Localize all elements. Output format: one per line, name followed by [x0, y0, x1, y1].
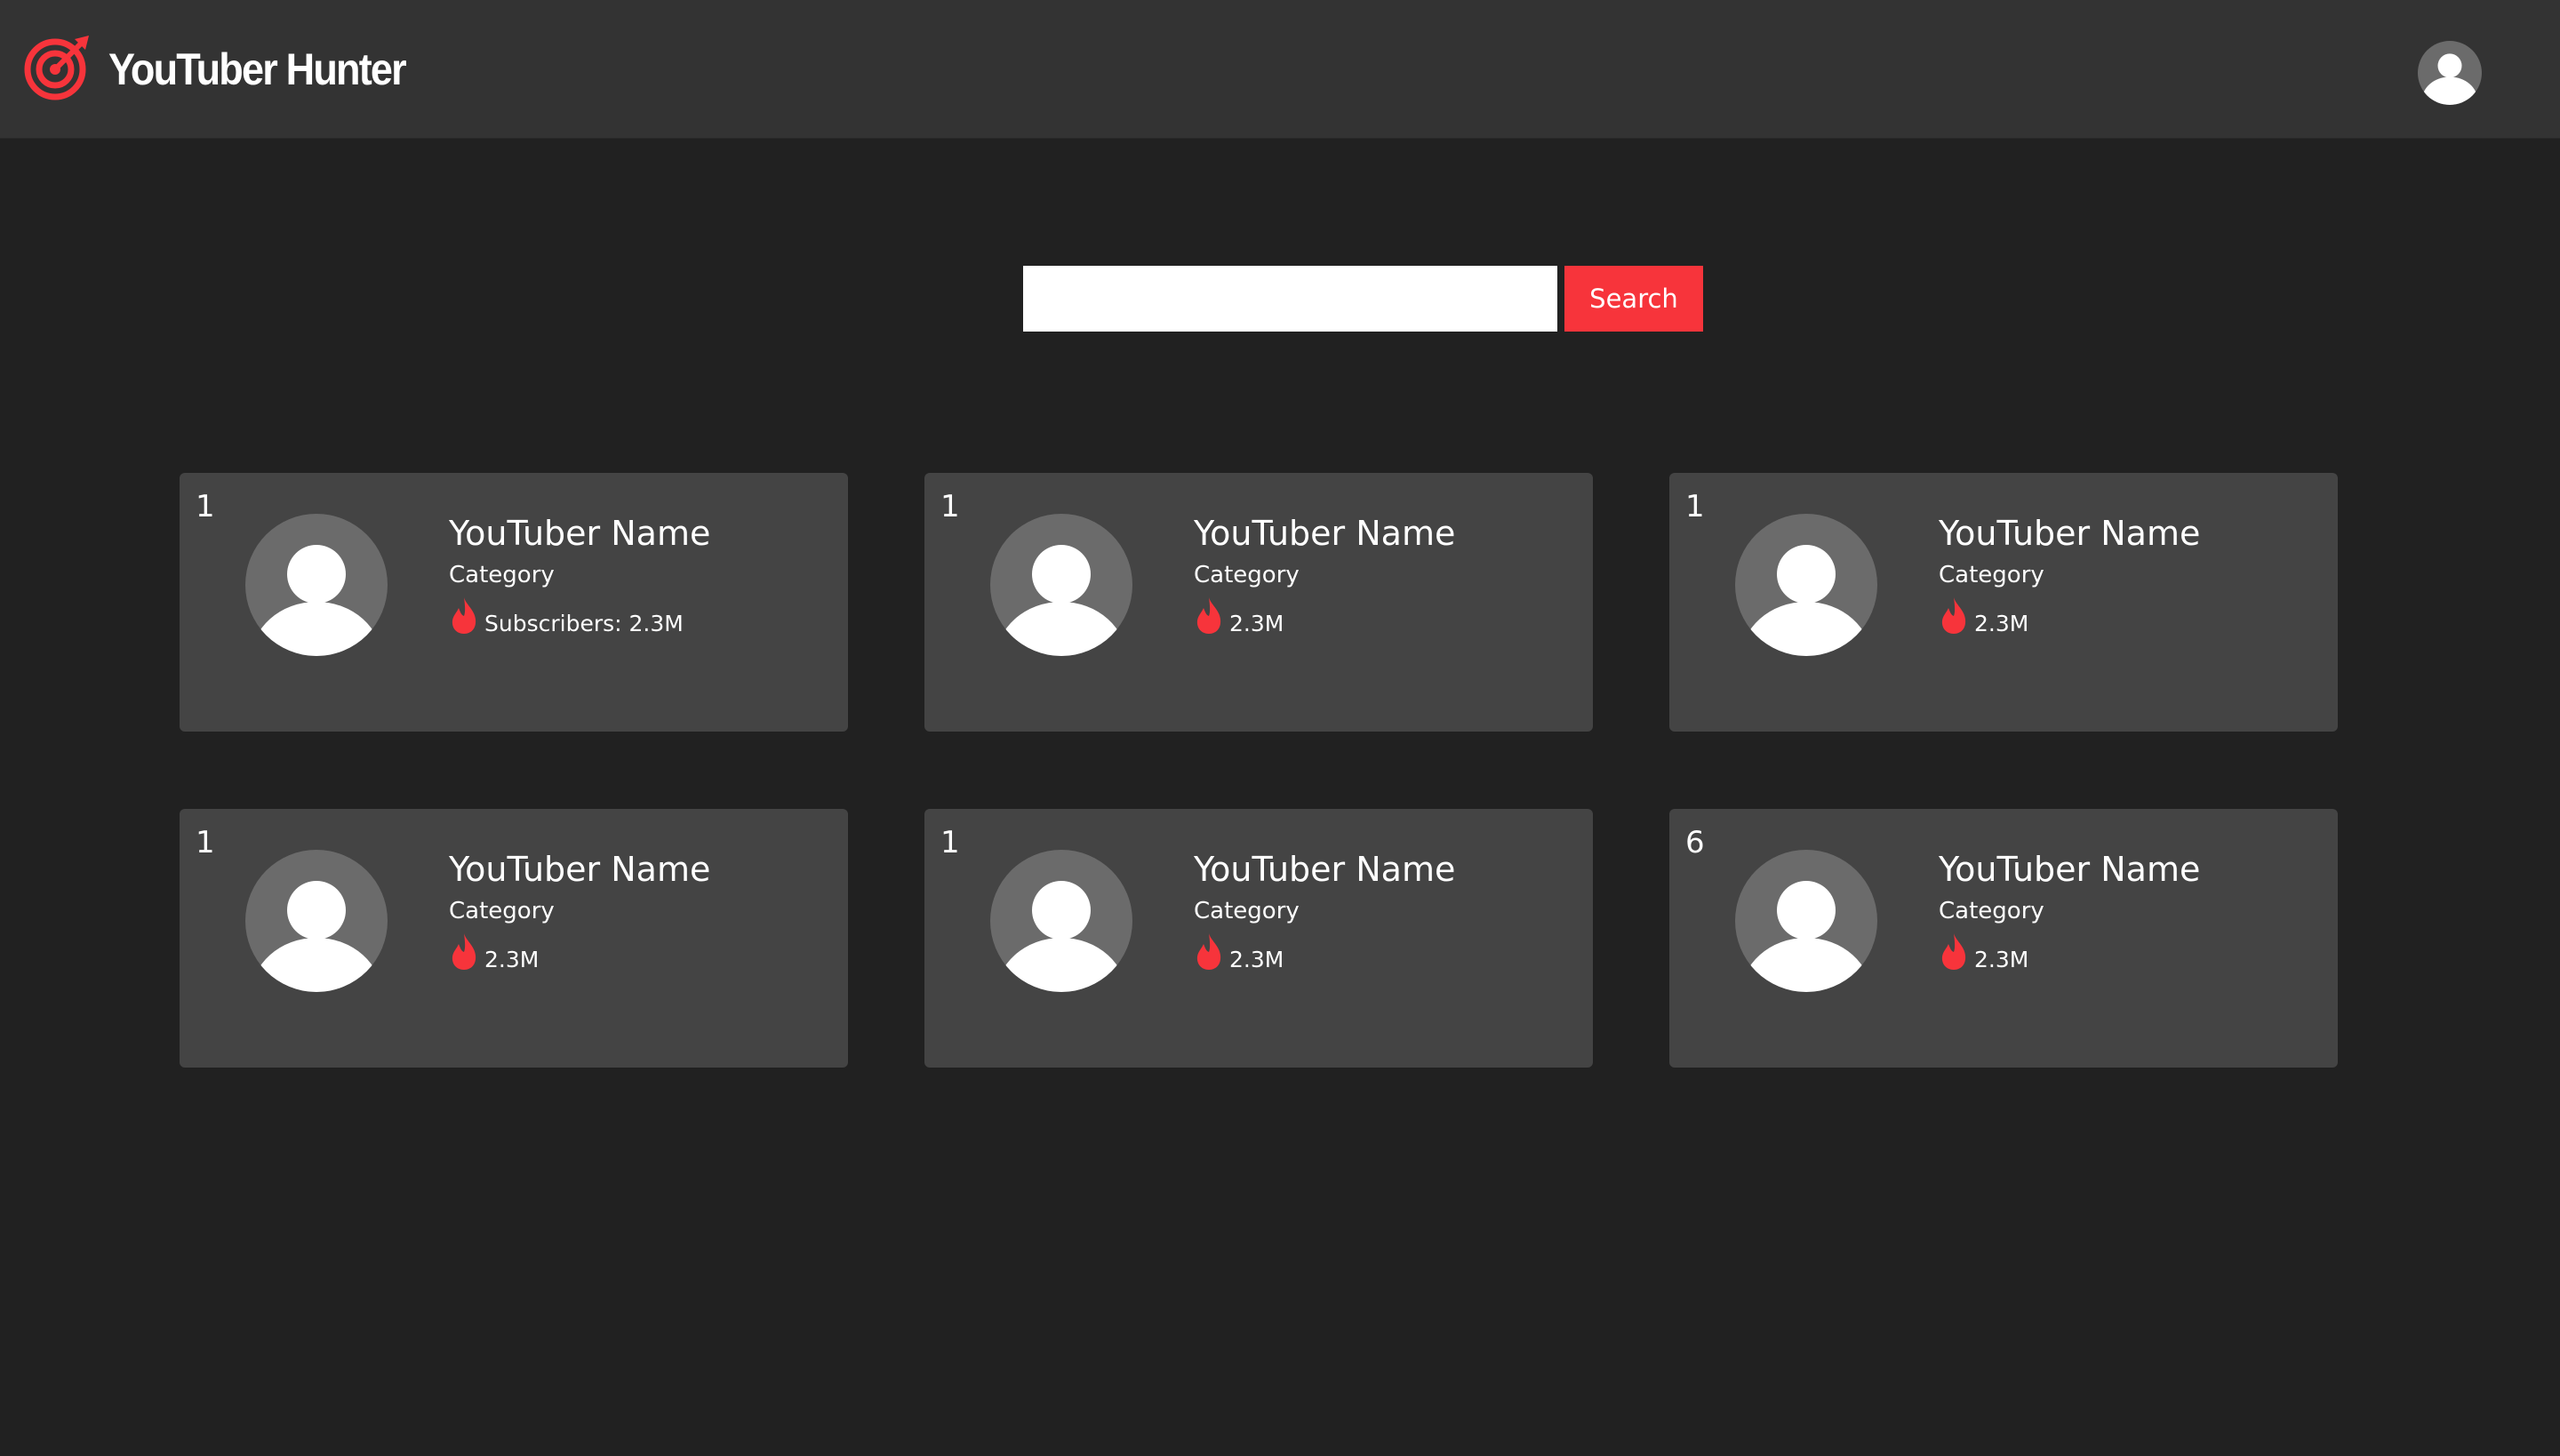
top-bar: YouTuber Hunter [0, 0, 2560, 139]
youtuber-name: YouTuber Name [1194, 514, 1456, 553]
youtuber-category: Category [1194, 898, 1300, 924]
youtuber-card[interactable]: 1 YouTuber Name Category 2.3M [924, 473, 1593, 732]
youtuber-name: YouTuber Name [449, 850, 711, 889]
youtuber-card[interactable]: 1 YouTuber Name Category 2.3M [924, 809, 1593, 1068]
rank-number: 1 [940, 825, 960, 860]
stat-value: Subscribers: 2.3M [484, 611, 684, 636]
avatar [1735, 514, 1877, 656]
youtuber-category: Category [449, 562, 555, 588]
flame-icon [452, 597, 476, 634]
rank-number: 1 [940, 489, 960, 524]
youtuber-category: Category [1939, 898, 2044, 924]
avatar [1735, 850, 1877, 992]
stat-value: 2.3M [1974, 947, 2029, 972]
search-input[interactable] [1023, 266, 1557, 332]
flame-icon [452, 933, 476, 970]
app-title[interactable]: YouTuber Hunter [108, 37, 407, 101]
youtuber-card[interactable]: 1 YouTuber Name Category 2.3M [180, 809, 848, 1068]
stat-value: 2.3M [484, 947, 540, 972]
flame-icon [1941, 933, 1966, 970]
rank-number: 1 [196, 489, 215, 524]
rank-number: 1 [1685, 489, 1705, 524]
youtuber-name: YouTuber Name [1939, 850, 2201, 889]
youtuber-category: Category [1939, 562, 2044, 588]
youtuber-name: YouTuber Name [1194, 850, 1456, 889]
avatar [990, 514, 1132, 656]
youtuber-card[interactable]: 1 YouTuber Name Category Subscribers: 2.… [180, 473, 848, 732]
target-icon[interactable] [23, 32, 92, 101]
stat-value: 2.3M [1229, 611, 1284, 636]
stat-value: 2.3M [1229, 947, 1284, 972]
flame-icon [1941, 597, 1966, 634]
avatar [245, 850, 388, 992]
search-button[interactable]: Search [1564, 266, 1703, 332]
youtuber-category: Category [449, 898, 555, 924]
youtuber-name: YouTuber Name [1939, 514, 2201, 553]
youtuber-card[interactable]: 6 YouTuber Name Category 2.3M [1669, 809, 2338, 1068]
youtuber-name: YouTuber Name [449, 514, 711, 553]
youtuber-card[interactable]: 1 YouTuber Name Category 2.3M [1669, 473, 2338, 732]
flame-icon [1196, 933, 1221, 970]
rank-number: 1 [196, 825, 215, 860]
rank-number: 6 [1685, 825, 1705, 860]
avatar [990, 850, 1132, 992]
youtuber-category: Category [1194, 562, 1300, 588]
avatar [245, 514, 388, 656]
flame-icon [1196, 597, 1221, 634]
stat-value: 2.3M [1974, 611, 2029, 636]
user-avatar-icon[interactable] [2418, 41, 2482, 105]
